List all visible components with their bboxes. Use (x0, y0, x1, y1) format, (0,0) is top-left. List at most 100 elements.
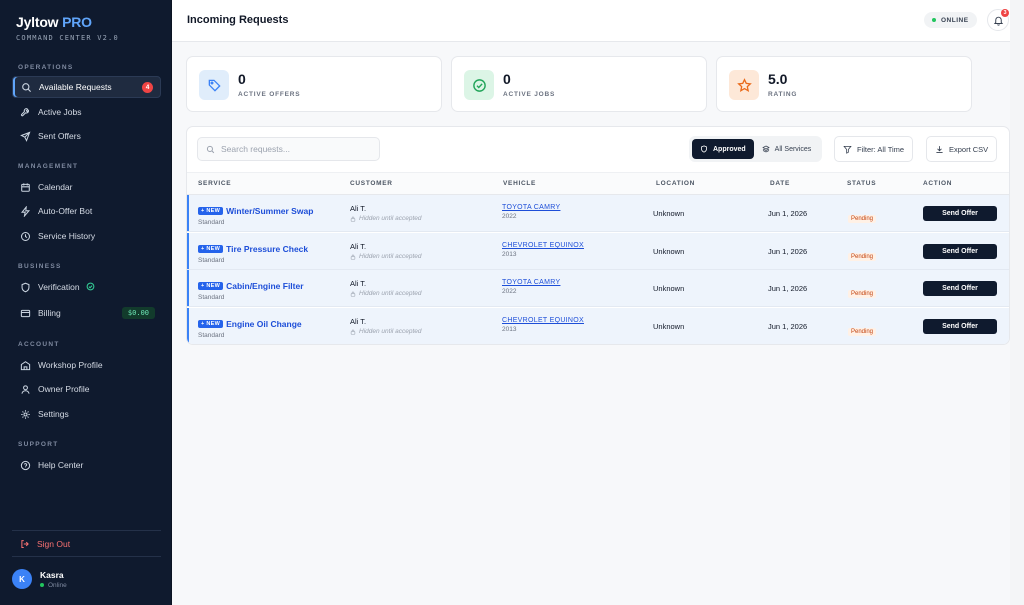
sidebar-item-label: Workshop Profile (38, 360, 103, 370)
stat-label: ACTIVE JOBS (503, 91, 556, 98)
online-dot (40, 583, 44, 587)
vehicle-link[interactable]: TOYOTA CAMRY (502, 204, 560, 211)
stat-card-active-jobs: 0 ACTIVE JOBS (451, 56, 707, 112)
vehicle-year: 2013 (502, 251, 517, 258)
sidebar: Jyltow PRO COMMAND CENTER V2.0 OPERATION… (0, 0, 172, 605)
user-icon (21, 384, 30, 394)
sidebar-item-settings[interactable]: Settings (12, 403, 161, 425)
service-name-link[interactable]: Cabin/Engine Filter (226, 281, 303, 291)
vehicle-link[interactable]: CHEVROLET EQUINOX (502, 242, 584, 249)
billing-balance: $0.00 (121, 307, 155, 319)
service-cell: + NEW Tire Pressure Check Standard (198, 241, 308, 264)
sidebar-item-verification[interactable]: Verification (12, 276, 161, 298)
service-name-link[interactable]: Tire Pressure Check (226, 244, 308, 254)
send-offer-button[interactable]: Send Offer (923, 319, 997, 334)
action-cell: Send Offer (923, 319, 997, 334)
online-dot (932, 18, 936, 22)
send-offer-button[interactable]: Send Offer (923, 244, 997, 259)
verified-check-icon (86, 282, 95, 293)
sidebar-item-billing[interactable]: Billing $0.00 (12, 302, 161, 324)
column-header-status[interactable]: STATUS (847, 180, 876, 187)
location-cell: Unknown (653, 284, 685, 293)
stat-card-rating: 5.0 RATING (716, 56, 972, 112)
section-label-account: ACCOUNT (18, 341, 60, 348)
sidebar-item-calendar[interactable]: Calendar (12, 176, 161, 198)
tab-label: All Services (774, 145, 812, 153)
service-tier: Standard (198, 332, 225, 339)
date-cell: Jun 1, 2026 (768, 284, 808, 293)
search-icon (22, 82, 32, 92)
brand-subtitle: COMMAND CENTER V2.0 (16, 34, 119, 42)
user-status-label: Online (48, 581, 67, 589)
sign-out-button[interactable]: Sign Out (12, 536, 161, 552)
date-cell: Jun 1, 2026 (768, 322, 808, 331)
table-row[interactable]: + NEW Tire Pressure Check Standard Ali T.… (187, 233, 1009, 270)
brand-pro: PRO (62, 14, 92, 30)
notifications-button[interactable]: 3 (987, 9, 1009, 31)
location-cell: Unknown (653, 322, 685, 331)
requests-panel: Approved All Services Filter: All Time E… (186, 126, 1010, 345)
customer-cell: Ali T. Hidden until accepted (350, 317, 422, 335)
sidebar-item-label: Auto-Offer Bot (38, 206, 93, 216)
customer-cell: Ali T. Hidden until accepted (350, 279, 422, 297)
sidebar-item-workshop-profile[interactable]: Workshop Profile (12, 354, 161, 376)
sidebar-item-service-history[interactable]: Service History (12, 225, 161, 247)
help-circle-icon (20, 460, 31, 470)
brand-logo[interactable]: Jyltow PRO COMMAND CENTER V2.0 (16, 14, 119, 42)
status-badge: Pending (848, 290, 877, 298)
layers-icon (761, 145, 770, 153)
service-name-link[interactable]: Engine Oil Change (226, 319, 302, 329)
date-cell: Jun 1, 2026 (768, 209, 808, 218)
new-badge: + NEW (198, 281, 224, 290)
sidebar-item-active-jobs[interactable]: Active Jobs (12, 101, 161, 123)
tab-approved[interactable]: Approved (692, 139, 754, 159)
sidebar-item-available-requests[interactable]: Available Requests 4 (12, 76, 161, 98)
sidebar-item-sent-offers[interactable]: Sent Offers (12, 125, 161, 147)
export-csv-button[interactable]: Export CSV (926, 136, 998, 162)
vehicle-link[interactable]: TOYOTA CAMRY (502, 279, 560, 286)
user-profile[interactable]: K Kasra Online (12, 569, 67, 589)
service-cell: + NEW Engine Oil Change Standard (198, 316, 302, 339)
send-offer-button[interactable]: Send Offer (923, 206, 997, 221)
status-cell: Pending (848, 247, 877, 261)
calendar-icon (21, 182, 30, 192)
section-label-management: MANAGEMENT (18, 163, 79, 170)
column-header-date[interactable]: DATE (770, 180, 790, 187)
online-status-label: ONLINE (941, 16, 969, 24)
search-box[interactable] (197, 137, 380, 161)
search-input[interactable] (221, 144, 371, 154)
column-header-service[interactable]: SERVICE (198, 180, 231, 187)
stat-value: 0 (238, 71, 246, 87)
status-badge: Pending (848, 253, 877, 261)
lock-icon (350, 254, 356, 260)
lock-icon (350, 329, 356, 335)
action-cell: Send Offer (923, 206, 997, 221)
send-offer-button[interactable]: Send Offer (923, 281, 997, 296)
brand-title: Jyltow PRO (16, 14, 119, 30)
stat-value: 0 (503, 71, 511, 87)
user-status: Online (40, 582, 67, 589)
service-name-link[interactable]: Winter/Summer Swap (226, 206, 313, 216)
sidebar-item-auto-offer-bot[interactable]: Auto-Offer Bot (12, 200, 161, 222)
export-label: Export CSV (949, 144, 989, 154)
column-header-action: ACTION (923, 180, 953, 187)
sidebar-item-owner-profile[interactable]: Owner Profile (12, 378, 161, 400)
approval-filter-toggle: Approved All Services (689, 136, 823, 162)
building-icon (20, 360, 31, 370)
customer-name: Ali T. (350, 242, 367, 251)
column-header-customer[interactable]: CUSTOMER (350, 180, 393, 187)
wrench-icon (20, 107, 30, 116)
column-header-location[interactable]: LOCATION (656, 180, 695, 187)
service-tier: Standard (198, 294, 225, 301)
table-row[interactable]: + NEW Cabin/Engine Filter Standard Ali T.… (187, 270, 1009, 307)
sidebar-item-label: Settings (38, 409, 69, 419)
tag-icon (199, 70, 229, 100)
lock-icon (350, 216, 356, 222)
table-row[interactable]: + NEW Engine Oil Change Standard Ali T. H… (187, 308, 1009, 344)
table-row[interactable]: + NEW Winter/Summer Swap Standard Ali T. … (187, 195, 1009, 232)
tab-all-services[interactable]: All Services (754, 139, 820, 159)
date-filter-button[interactable]: Filter: All Time (834, 136, 914, 162)
column-header-vehicle[interactable]: VEHICLE (503, 180, 536, 187)
vehicle-link[interactable]: CHEVROLET EQUINOX (502, 317, 584, 324)
sidebar-item-help-center[interactable]: Help Center (12, 454, 161, 476)
